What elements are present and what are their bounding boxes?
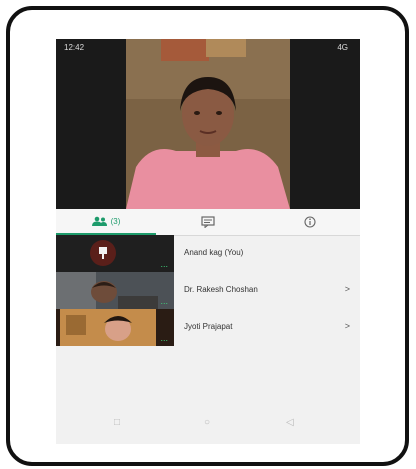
chevron-right-icon[interactable]: > (345, 284, 350, 294)
status-time: 12:42 (64, 43, 85, 52)
home-button[interactable]: ○ (204, 417, 210, 428)
tab-bar: (3) (56, 209, 360, 236)
tab-people[interactable]: (3) (56, 209, 156, 235)
thumb-rakesh[interactable]: ... (56, 272, 174, 309)
participant-row-self[interactable]: Anand kag (You) (174, 235, 360, 272)
more-icon: ... (160, 259, 168, 269)
recents-button[interactable]: □ (114, 417, 120, 428)
participant-name: Jyoti Prajapat (184, 322, 233, 331)
avatar-rakesh (56, 272, 174, 309)
back-button[interactable]: ◁ (286, 417, 294, 428)
phone-screen: 12:42 4G (3) ... ... ... Anand kag (You)… (56, 39, 360, 444)
thumb-jyoti[interactable]: ... (56, 309, 174, 346)
more-icon: ... (160, 296, 168, 306)
system-nav-bar: □ ○ ◁ (56, 409, 360, 444)
participant-list: Anand kag (You) Dr. Rakesh Choshan > Jyo… (174, 235, 360, 346)
thumb-self[interactable]: ... (56, 235, 174, 272)
tab-info[interactable] (260, 209, 360, 235)
avatar-jyoti (56, 309, 174, 346)
participant-count: (3) (110, 216, 121, 226)
participant-name: Anand kag (You) (184, 248, 244, 257)
participant-name: Dr. Rakesh Choshan (184, 285, 258, 294)
participant-thumbnails: ... ... ... (56, 235, 174, 346)
chevron-right-icon[interactable]: > (345, 321, 350, 331)
tab-chat[interactable] (156, 209, 260, 235)
main-video[interactable]: 12:42 4G (56, 39, 360, 209)
status-bar: 12:42 4G (56, 39, 360, 57)
info-icon (304, 216, 316, 228)
participant-row-jyoti[interactable]: Jyoti Prajapat > (174, 309, 360, 346)
participant-row-rakesh[interactable]: Dr. Rakesh Choshan > (174, 272, 360, 309)
avatar-self (56, 235, 174, 272)
more-icon: ... (160, 333, 168, 343)
status-indicators: 4G (337, 43, 348, 52)
people-icon (91, 216, 107, 226)
chat-icon (201, 216, 215, 228)
main-video-image (56, 39, 360, 209)
